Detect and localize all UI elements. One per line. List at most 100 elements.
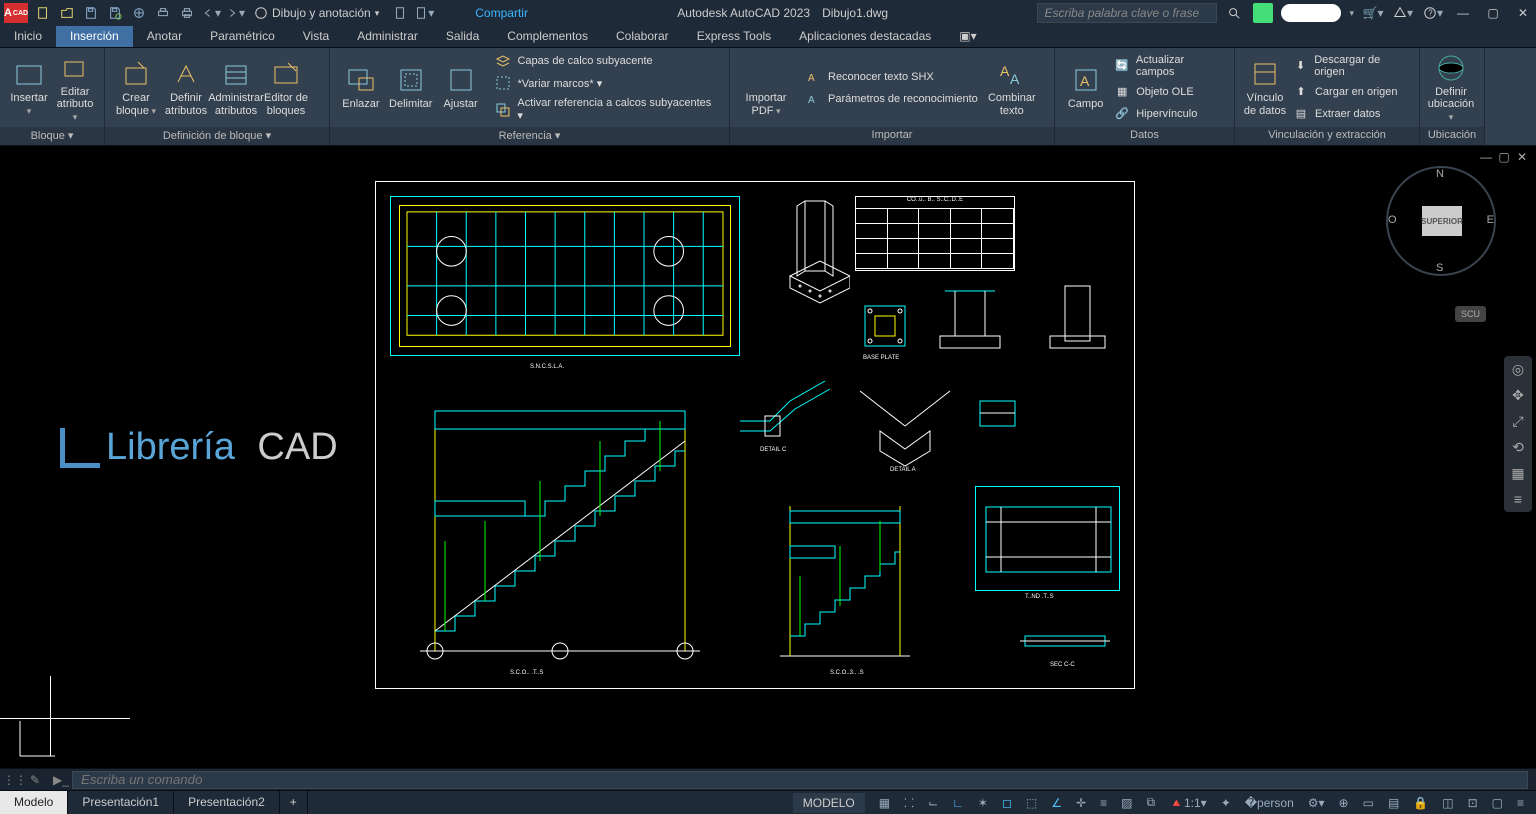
redo-icon[interactable]: ▾ <box>224 2 246 24</box>
importar-pdf-button[interactable]: Importar PDF <box>736 56 796 118</box>
cleanscreen-icon[interactable]: ▢ <box>1486 793 1509 813</box>
search-input[interactable]: Escriba palabra clave o frase <box>1037 3 1217 23</box>
app-logo[interactable]: ACAD <box>4 3 28 23</box>
help-icon[interactable]: ?▾ <box>1422 2 1444 24</box>
nav-more-icon[interactable]: ≡ <box>1504 486 1532 512</box>
steering-wheel-icon[interactable]: ◎ <box>1504 356 1532 382</box>
undo-icon[interactable]: ▾ <box>200 2 222 24</box>
hipervinculo-button[interactable]: 🔗Hipervínculo <box>1110 105 1228 123</box>
orbit-icon[interactable]: ⟲ <box>1504 434 1532 460</box>
vinculo-datos-button[interactable]: Vínculo de datos <box>1241 56 1289 118</box>
transparency-icon[interactable]: ▨ <box>1115 793 1138 813</box>
zoom-extents-icon[interactable]: ⤢ <box>1504 408 1532 434</box>
tab-parametrico[interactable]: Paramétrico <box>196 26 289 47</box>
insertar-button[interactable]: Insertar <box>6 56 52 118</box>
editar-atributo-button[interactable]: Editar atributo <box>52 50 98 124</box>
admin-atributos-button[interactable]: Administrar atributos <box>211 56 261 118</box>
command-input[interactable] <box>72 771 1528 789</box>
panel-bloque-title[interactable]: Bloque ▾ <box>0 127 104 145</box>
annotation-monitor-icon[interactable]: ⊕ <box>1333 793 1355 813</box>
crear-bloque-button[interactable]: Crear bloque <box>111 56 161 118</box>
tab-insercion[interactable]: Inserción <box>56 26 133 47</box>
objeto-ole-button[interactable]: ▦Objeto OLE <box>1110 83 1228 101</box>
isolate-icon[interactable]: ◫ <box>1436 793 1459 813</box>
print-icon[interactable] <box>176 2 198 24</box>
polar-icon[interactable]: ✶ <box>972 793 994 813</box>
panel-referencia-title[interactable]: Referencia ▾ <box>330 127 729 145</box>
showmotion-icon[interactable]: ▦ <box>1504 460 1532 486</box>
cart-icon[interactable]: 🛒▾ <box>1362 2 1384 24</box>
ajustar-button[interactable]: Ajustar <box>436 62 486 112</box>
new-icon[interactable] <box>32 2 54 24</box>
close-icon[interactable]: ✕ <box>1510 2 1536 24</box>
quickprops-icon[interactable]: ▤ <box>1382 793 1405 813</box>
save-icon[interactable] <box>80 2 102 24</box>
activar-referencia-button[interactable]: Activar referencia a calcos subyacentes … <box>491 96 723 123</box>
cycling-icon[interactable]: ⧉ <box>1140 793 1161 813</box>
hardware-accel-icon[interactable]: ⊡ <box>1462 793 1484 813</box>
doc-min-icon[interactable]: — <box>1478 150 1494 164</box>
tab-complementos[interactable]: Complementos <box>493 26 602 47</box>
tab-express[interactable]: Express Tools <box>683 26 785 47</box>
snap-icon[interactable]: ⸬ <box>898 793 920 813</box>
saveas-icon[interactable] <box>104 2 126 24</box>
editor-bloques-button[interactable]: Editor de bloques <box>261 56 311 118</box>
variar-marcos-button[interactable]: *Variar marcos* ▾ <box>491 74 723 92</box>
tab-administrar[interactable]: Administrar <box>343 26 432 47</box>
cargar-origen-button[interactable]: ⬆Cargar en origen <box>1289 83 1413 101</box>
open-icon[interactable] <box>56 2 78 24</box>
layout-tab-modelo[interactable]: Modelo <box>0 791 68 814</box>
app-icon[interactable]: ▾ <box>1392 2 1414 24</box>
osnap-icon[interactable]: ◻ <box>996 793 1018 813</box>
capas-calco-button[interactable]: Capas de calco subyacente <box>491 52 723 70</box>
sheet1-icon[interactable] <box>389 2 411 24</box>
tab-salida[interactable]: Salida <box>432 26 493 47</box>
web-icon[interactable] <box>128 2 150 24</box>
layout-tab-pres1[interactable]: Presentación1 <box>68 791 174 814</box>
workspace-selector[interactable]: Dibujo y anotación▾ <box>254 6 379 20</box>
tab-colaborar[interactable]: Colaborar <box>602 26 683 47</box>
infer-icon[interactable]: ⌙ <box>922 793 944 813</box>
share-button[interactable]: Compartir <box>455 6 528 20</box>
campo-button[interactable]: ACampo <box>1061 62 1110 112</box>
extraer-datos-button[interactable]: ▤Extraer datos <box>1289 105 1413 123</box>
lock-ui-icon[interactable]: 🔒 <box>1407 793 1434 813</box>
lineweight-icon[interactable]: ≡ <box>1094 793 1113 813</box>
tab-apps[interactable]: Aplicaciones destacadas <box>785 26 945 47</box>
3dosnap-icon[interactable]: ⬚ <box>1020 793 1043 813</box>
units-icon[interactable]: ▭ <box>1357 793 1380 813</box>
cmd-handle-icon[interactable]: ⋮⋮ <box>0 773 30 787</box>
dyninput-icon[interactable]: ✛ <box>1070 793 1092 813</box>
plot-icon[interactable] <box>152 2 174 24</box>
param-reconocimiento-button[interactable]: AParámetros de reconocimiento <box>802 90 982 108</box>
sheet2-icon[interactable]: ▾ <box>413 2 435 24</box>
viewcube[interactable]: SUPERIOR NS EO <box>1386 166 1496 276</box>
layout-add-icon[interactable]: + <box>280 791 308 814</box>
delimitar-button[interactable]: Delimitar <box>386 62 436 112</box>
combinar-texto-button[interactable]: AACombinar texto <box>982 56 1042 118</box>
panel-defbloque-title[interactable]: Definición de bloque ▾ <box>105 127 329 145</box>
annovisibility-icon[interactable]: ✦ <box>1215 793 1237 813</box>
annoscale-icon[interactable]: 🔺 1:1▾ <box>1163 793 1213 813</box>
pan-icon[interactable]: ✥ <box>1504 382 1532 408</box>
drawing-canvas[interactable]: — ▢ ✕ Librería CAD S.N.C.S.L.A. CO..u.. <box>0 146 1536 768</box>
scu-badge[interactable]: SCU <box>1455 306 1486 322</box>
tab-more-icon[interactable]: ▣▾ <box>945 26 990 47</box>
grid-icon[interactable]: ▦ <box>873 793 896 813</box>
definir-ubicacion-button[interactable]: Definir ubicación <box>1426 50 1476 124</box>
actualizar-campos-button[interactable]: 🔄Actualizar campos <box>1110 53 1228 79</box>
definir-atributos-button[interactable]: Definir atributos <box>161 56 211 118</box>
minimize-icon[interactable]: — <box>1450 2 1476 24</box>
descargar-origen-button[interactable]: ⬇Descargar de origen <box>1289 53 1413 79</box>
search-icon[interactable] <box>1223 2 1245 24</box>
doc-close-icon[interactable]: ✕ <box>1514 150 1530 164</box>
tab-anotar[interactable]: Anotar <box>133 26 196 47</box>
customize-status-icon[interactable]: ≡ <box>1511 793 1530 813</box>
status-model-button[interactable]: MODELO <box>793 793 865 813</box>
user-avatar[interactable] <box>1253 3 1273 23</box>
tab-inicio[interactable]: Inicio <box>0 26 56 47</box>
autoScale-icon[interactable]: �person <box>1239 793 1300 813</box>
layout-tab-pres2[interactable]: Presentación2 <box>174 791 280 814</box>
ortho-icon[interactable]: ∟ <box>946 793 970 813</box>
otrack-icon[interactable]: ∠ <box>1045 793 1068 813</box>
